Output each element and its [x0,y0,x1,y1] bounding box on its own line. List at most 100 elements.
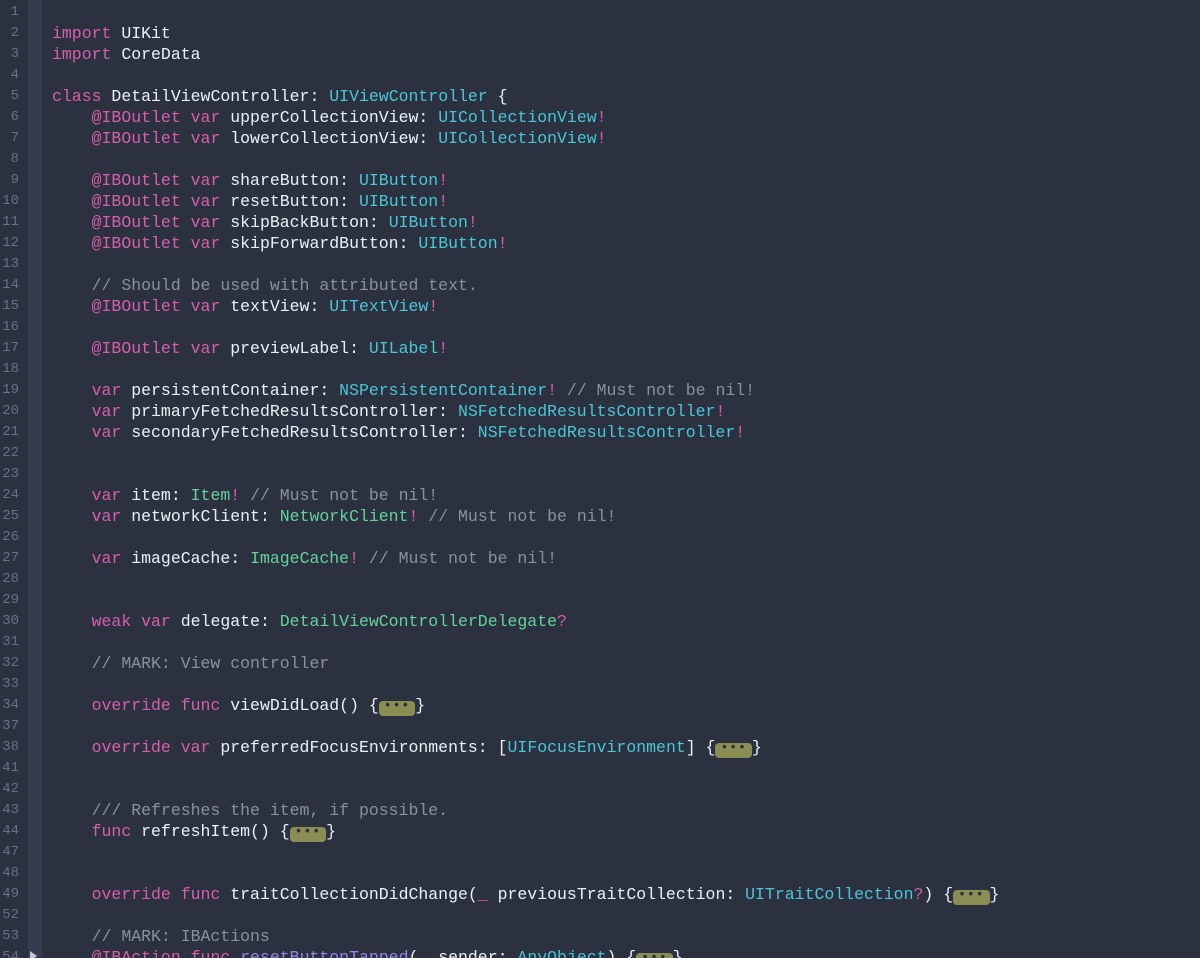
breakpoint-cell[interactable] [28,294,42,315]
breakpoint-cell[interactable] [28,903,42,924]
breakpoint-cell[interactable] [28,609,42,630]
fold-indicator-icon[interactable] [290,827,326,842]
code-line[interactable] [52,905,999,926]
breakpoint-cell[interactable] [28,273,42,294]
code-line[interactable] [52,779,999,800]
breakpoint-cell[interactable] [28,546,42,567]
breakpoint-cell[interactable] [28,462,42,483]
breakpoint-cell[interactable] [28,798,42,819]
code-line[interactable]: override func traitCollectionDidChange(_… [52,884,999,905]
breakpoint-cell[interactable] [28,21,42,42]
code-line[interactable] [52,359,999,380]
breakpoint-cell[interactable] [28,504,42,525]
breakpoint-cell[interactable] [28,84,42,105]
code-line[interactable]: var secondaryFetchedResultsController: N… [52,422,999,443]
code-line[interactable]: class DetailViewController: UIViewContro… [52,86,999,107]
breakpoint-cell[interactable] [28,168,42,189]
breakpoint-cell[interactable] [28,924,42,945]
code-line[interactable]: // Should be used with attributed text. [52,275,999,296]
code-line[interactable]: var primaryFetchedResultsController: NSF… [52,401,999,422]
breakpoint-cell[interactable] [28,672,42,693]
breakpoint-cell[interactable] [28,693,42,714]
breakpoint-cell[interactable] [28,735,42,756]
breakpoint-cell[interactable] [28,399,42,420]
code-line[interactable]: @IBAction func resetButtonTapped(_ sende… [52,947,999,958]
breakpoint-cell[interactable] [28,882,42,903]
code-line[interactable]: @IBOutlet var skipBackButton: UIButton! [52,212,999,233]
code-line[interactable]: func refreshItem() {} [52,821,999,842]
breakpoint-cell[interactable] [28,630,42,651]
breakpoint-cell[interactable] [28,777,42,798]
code-line[interactable]: @IBOutlet var resetButton: UIButton! [52,191,999,212]
fold-indicator-icon[interactable] [715,743,751,758]
breakpoint-cell[interactable] [28,651,42,672]
code-area[interactable]: import UIKitimport CoreData class Detail… [42,0,999,958]
breakpoint-cell[interactable] [28,861,42,882]
breakpoint-cell[interactable] [28,840,42,861]
code-line[interactable]: @IBOutlet var lowerCollectionView: UICol… [52,128,999,149]
code-line[interactable] [52,65,999,86]
breakpoint-cell[interactable] [28,714,42,735]
breakpoint-cell[interactable] [28,588,42,609]
code-line[interactable] [52,632,999,653]
code-line[interactable] [52,149,999,170]
code-line[interactable]: // MARK: View controller [52,653,999,674]
breakpoint-cell[interactable] [28,231,42,252]
breakpoint-cell[interactable] [28,945,42,958]
code-line[interactable] [52,590,999,611]
code-line[interactable] [52,527,999,548]
breakpoint-cell[interactable] [28,441,42,462]
code-line[interactable]: override func viewDidLoad() {} [52,695,999,716]
code-line[interactable]: @IBOutlet var upperCollectionView: UICol… [52,107,999,128]
code-line[interactable] [52,716,999,737]
code-line[interactable] [52,842,999,863]
code-line[interactable] [52,254,999,275]
breakpoint-marker-icon[interactable] [30,951,37,958]
fold-indicator-icon[interactable] [953,890,989,905]
breakpoint-cell[interactable] [28,483,42,504]
code-line[interactable]: var imageCache: ImageCache! // Must not … [52,548,999,569]
code-line[interactable]: import UIKit [52,23,999,44]
code-line[interactable]: var item: Item! // Must not be nil! [52,485,999,506]
breakpoint-cell[interactable] [28,252,42,273]
breakpoint-column[interactable] [28,0,42,958]
fold-indicator-icon[interactable] [636,953,672,958]
breakpoint-cell[interactable] [28,105,42,126]
code-line[interactable]: import CoreData [52,44,999,65]
code-line[interactable]: /// Refreshes the item, if possible. [52,800,999,821]
breakpoint-cell[interactable] [28,819,42,840]
code-line[interactable] [52,758,999,779]
breakpoint-cell[interactable] [28,42,42,63]
code-line[interactable] [52,443,999,464]
code-line[interactable] [52,464,999,485]
code-line[interactable] [52,569,999,590]
breakpoint-cell[interactable] [28,63,42,84]
code-line[interactable]: @IBOutlet var previewLabel: UILabel! [52,338,999,359]
breakpoint-cell[interactable] [28,357,42,378]
breakpoint-cell[interactable] [28,378,42,399]
code-line[interactable]: // MARK: IBActions [52,926,999,947]
code-line[interactable]: @IBOutlet var skipForwardButton: UIButto… [52,233,999,254]
code-line[interactable]: weak var delegate: DetailViewControllerD… [52,611,999,632]
breakpoint-cell[interactable] [28,147,42,168]
breakpoint-cell[interactable] [28,336,42,357]
code-line[interactable]: @IBOutlet var textView: UITextView! [52,296,999,317]
fold-indicator-icon[interactable] [379,701,415,716]
code-line[interactable]: var networkClient: NetworkClient! // Mus… [52,506,999,527]
breakpoint-cell[interactable] [28,525,42,546]
breakpoint-cell[interactable] [28,315,42,336]
code-line[interactable]: var persistentContainer: NSPersistentCon… [52,380,999,401]
breakpoint-cell[interactable] [28,0,42,21]
breakpoint-cell[interactable] [28,189,42,210]
code-line[interactable]: @IBOutlet var shareButton: UIButton! [52,170,999,191]
code-line[interactable] [52,2,999,23]
breakpoint-cell[interactable] [28,126,42,147]
code-editor[interactable]: 1234567891011121314151617181920212223242… [0,0,1200,958]
code-line[interactable] [52,674,999,695]
code-line[interactable]: override var preferredFocusEnvironments:… [52,737,999,758]
breakpoint-cell[interactable] [28,420,42,441]
breakpoint-cell[interactable] [28,756,42,777]
breakpoint-cell[interactable] [28,567,42,588]
breakpoint-cell[interactable] [28,210,42,231]
code-line[interactable] [52,317,999,338]
